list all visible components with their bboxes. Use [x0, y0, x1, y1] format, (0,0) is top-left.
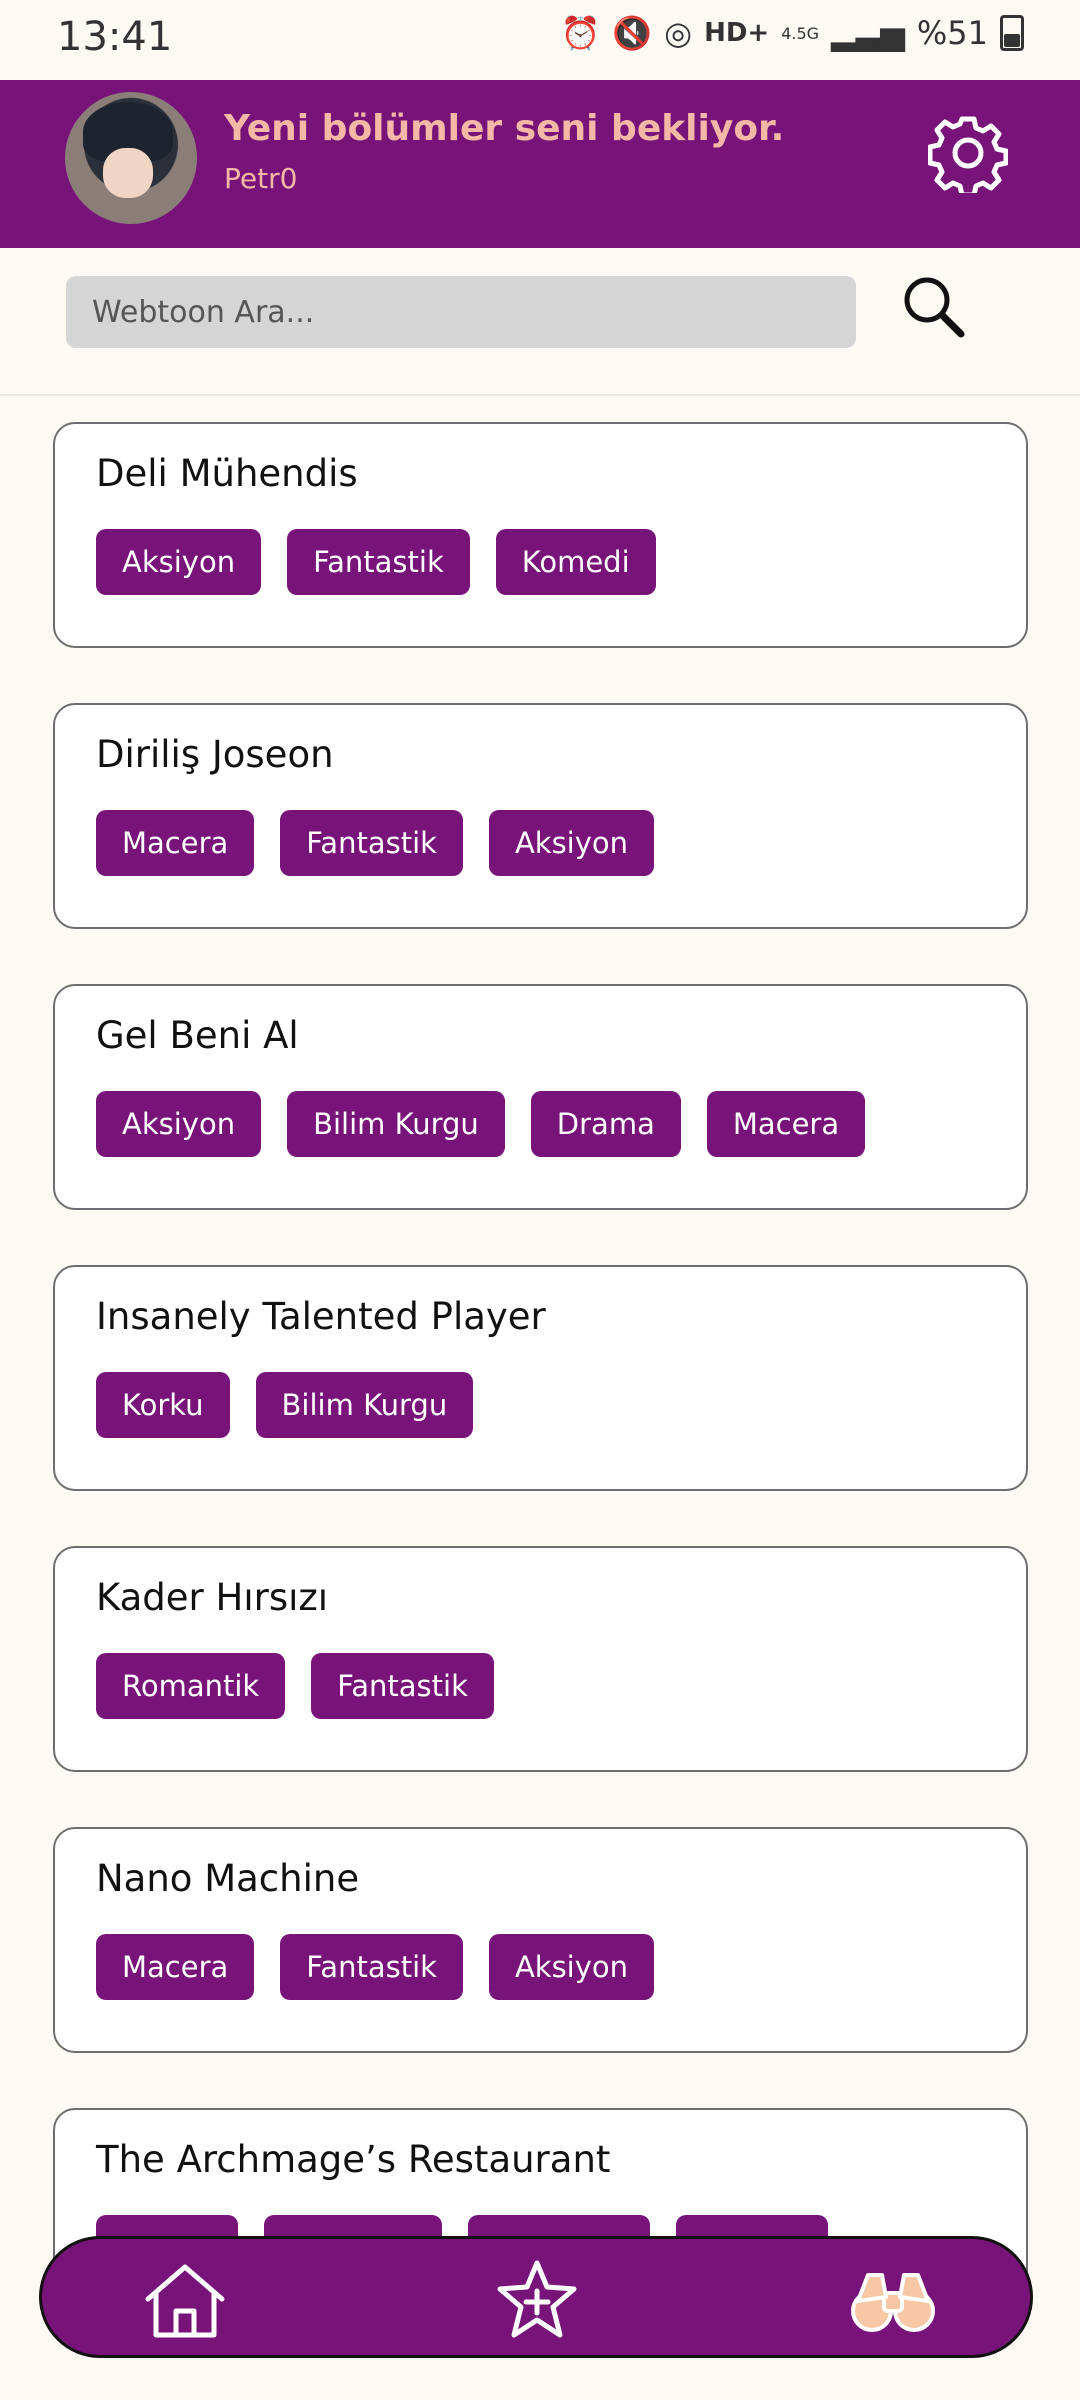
webtoon-card[interactable]: Diriliş Joseon Macera Fantastik Aksiyon	[53, 703, 1028, 929]
signal-icon: ▂▃▅	[831, 14, 905, 52]
status-icons: ⏰ 🔇 ◎ HD+ 4.5G ▂▃▅ %51	[560, 14, 1024, 52]
battery-text: %51	[916, 14, 988, 52]
star-plus-icon	[497, 2260, 577, 2338]
header: Yeni bölümler seni bekliyor. Petr0	[0, 80, 1080, 248]
webtoon-card[interactable]: Kader Hırsızı Romantik Fantastik	[53, 1546, 1028, 1772]
genre-tag[interactable]: Bilim Kurgu	[287, 1091, 505, 1157]
search-bar	[0, 248, 1080, 396]
username: Petr0	[224, 162, 298, 195]
genre-tag[interactable]: Bilim Kurgu	[255, 1372, 474, 1438]
genre-tag[interactable]: Fantastik	[287, 529, 470, 595]
webtoon-title: The Archmage’s Restaurant	[96, 2138, 611, 2181]
avatar[interactable]	[65, 92, 197, 224]
battery-icon	[1000, 15, 1024, 51]
genre-tag[interactable]: Fantastik	[311, 1653, 494, 1719]
genre-tag[interactable]: Aksiyon	[488, 810, 655, 876]
genre-tag[interactable]: Macera	[96, 810, 255, 876]
gear-icon	[927, 116, 1009, 198]
genre-tag[interactable]: Komedi	[495, 529, 656, 595]
home-icon	[145, 2264, 225, 2338]
genre-tag[interactable]: Drama	[530, 1091, 681, 1157]
genre-tag[interactable]: Aksiyon	[488, 1934, 655, 2000]
network-type: 4.5G	[781, 23, 820, 43]
nav-home-button[interactable]	[140, 2257, 230, 2343]
webtoon-title: Gel Beni Al	[96, 1014, 299, 1057]
nav-explore-button[interactable]	[848, 2257, 938, 2343]
genre-tag[interactable]: Romantik	[96, 1653, 286, 1719]
search-input[interactable]	[66, 276, 856, 348]
genre-tag[interactable]: Korku	[96, 1372, 230, 1438]
settings-button[interactable]	[927, 113, 1009, 198]
webtoon-title: Diriliş Joseon	[96, 733, 334, 776]
genre-tag[interactable]: Aksiyon	[96, 529, 262, 595]
nav-favorites-button[interactable]	[492, 2257, 582, 2343]
webtoon-title: Deli Mühendis	[96, 452, 358, 495]
status-time: 13:41	[57, 14, 173, 60]
genre-tags: Aksiyon Fantastik Komedi	[96, 529, 656, 595]
binoculars-icon	[851, 2273, 935, 2332]
alarm-icon: ⏰	[560, 14, 601, 52]
genre-tags: Korku Bilim Kurgu	[96, 1372, 474, 1438]
search-button[interactable]	[895, 268, 975, 348]
search-icon	[904, 277, 965, 338]
webtoon-title: Nano Machine	[96, 1857, 360, 1900]
genre-tag[interactable]: Macera	[96, 1934, 255, 2000]
genre-tags: Aksiyon Bilim Kurgu Drama Macera	[96, 1091, 866, 1157]
header-title: Yeni bölümler seni bekliyor.	[224, 108, 785, 149]
webtoon-card[interactable]: Gel Beni Al Aksiyon Bilim Kurgu Drama Ma…	[53, 984, 1028, 1210]
genre-tag[interactable]: Fantastik	[280, 810, 463, 876]
hd-icon: HD+	[704, 18, 770, 48]
genre-tags: Macera Fantastik Aksiyon	[96, 810, 655, 876]
bottom-nav	[39, 2236, 1033, 2358]
genre-tags: Romantik Fantastik	[96, 1653, 494, 1719]
webtoon-title: Kader Hırsızı	[96, 1576, 329, 1619]
genre-tags: Macera Fantastik Aksiyon	[96, 1934, 655, 2000]
webtoon-card[interactable]: Nano Machine Macera Fantastik Aksiyon	[53, 1827, 1028, 2053]
mute-icon: 🔇	[612, 14, 653, 52]
genre-tag[interactable]: Aksiyon	[96, 1091, 262, 1157]
genre-tag[interactable]: Macera	[706, 1091, 866, 1157]
webtoon-card[interactable]: Insanely Talented Player Korku Bilim Kur…	[53, 1265, 1028, 1491]
webtoon-list: Deli Mühendis Aksiyon Fantastik Komedi D…	[53, 422, 1028, 2389]
hotspot-icon: ◎	[664, 14, 693, 52]
genre-tag[interactable]: Fantastik	[280, 1934, 463, 2000]
webtoon-title: Insanely Talented Player	[96, 1295, 546, 1338]
webtoon-card[interactable]: Deli Mühendis Aksiyon Fantastik Komedi	[53, 422, 1028, 648]
status-bar: 13:41 ⏰ 🔇 ◎ HD+ 4.5G ▂▃▅ %51	[0, 0, 1080, 80]
